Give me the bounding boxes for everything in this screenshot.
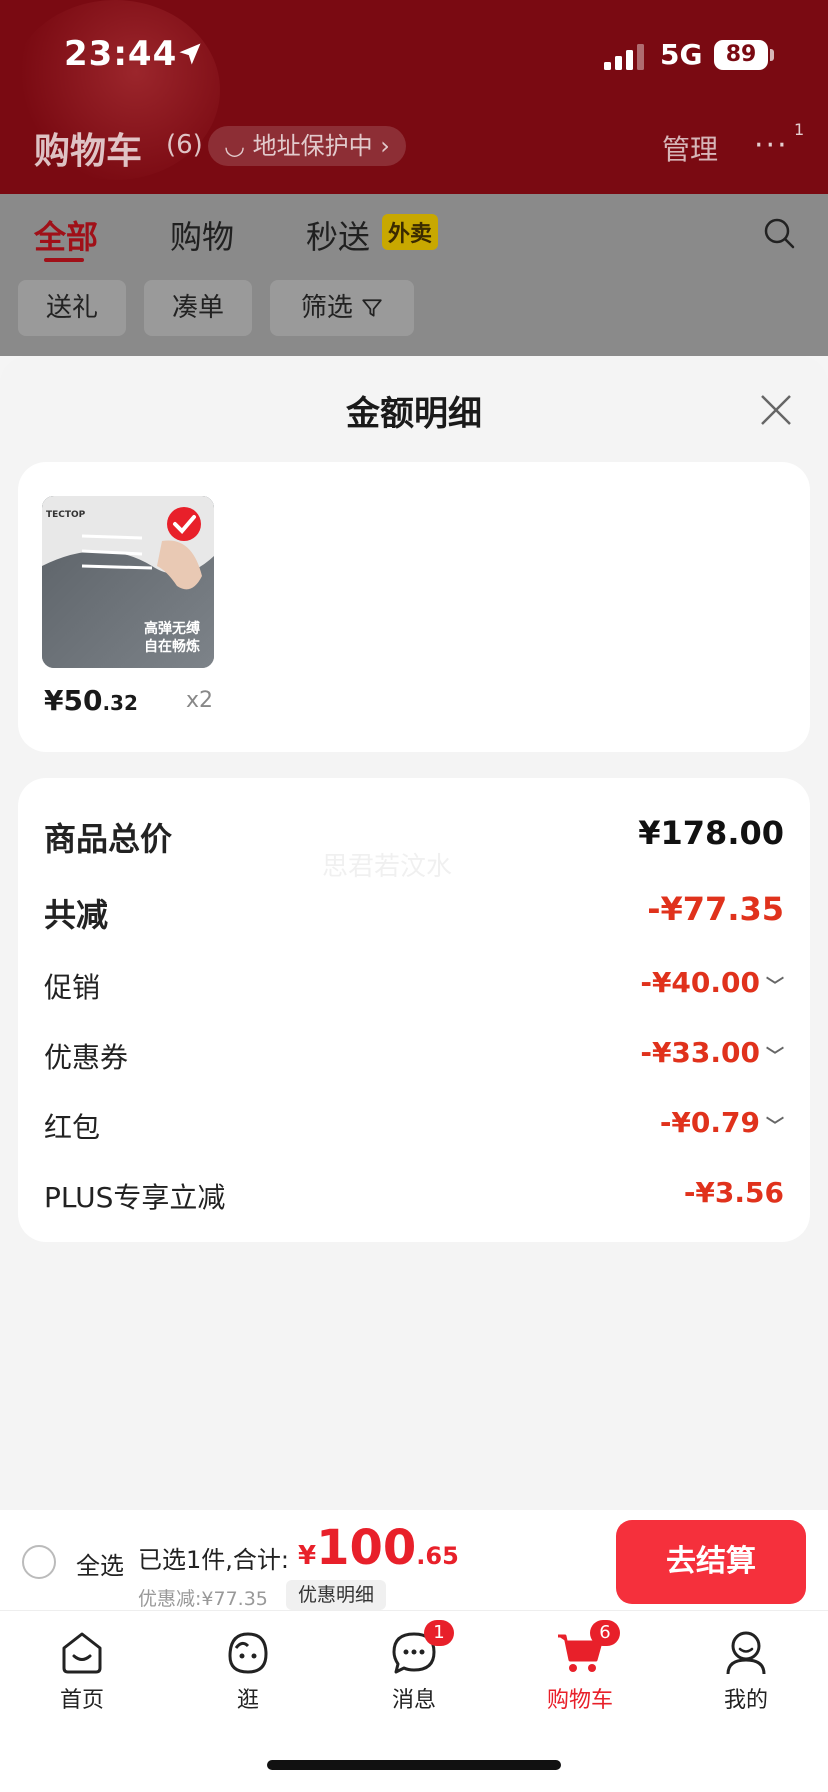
cart-count: (6) [166,130,203,160]
select-all-label[interactable]: 全选 [76,1546,124,1581]
messages-badge: 1 [424,1620,454,1646]
battery-tip [770,49,774,61]
red-packet-value: -¥0.79 [659,1106,760,1139]
more-icon[interactable]: ··· [754,128,789,163]
home-icon [62,1632,102,1674]
product-price: ¥50.32 [44,684,138,717]
browse-icon [228,1632,268,1674]
total-amount: ¥100.65 [298,1520,459,1576]
chevron-down-icon: ﹀ [766,976,784,997]
coupon-value: -¥33.00 [640,1036,760,1069]
search-icon[interactable] [762,216,796,250]
discount-detail-button[interactable]: 优惠明细 [286,1580,387,1610]
promotion-value: -¥40.00 [640,966,760,999]
nav-profile[interactable]: 我的 [686,1626,806,1714]
smile-icon: ◡ [224,132,253,160]
product-quantity: x2 [186,688,214,713]
signal-icon [604,44,644,70]
network-type: 5G [660,38,703,71]
nav-messages-label: 消息 [391,1688,436,1713]
total-currency: ¥ [298,1541,317,1571]
takeout-badge: 外卖 [382,214,439,250]
filter-screen-label: 筛选 [300,293,353,323]
product-price-main: ¥50 [44,684,103,717]
battery-icon: 89 [714,40,768,70]
nav-messages[interactable]: 消息 [354,1626,474,1714]
checkout-button[interactable]: 去结算 [616,1520,806,1604]
home-indicator [267,1760,561,1770]
address-protection-pill[interactable]: ◡ 地址保护中 › [208,126,406,166]
nav-browse-label: 逛 [236,1688,259,1713]
total-cents: .65 [416,1542,459,1570]
page-title: 购物车 [34,131,143,172]
more-badge: 1 [794,120,805,139]
product-brand: TECTOP [46,510,86,520]
promotion-label: 促销 [44,971,101,1004]
filter-gift[interactable]: 送礼 [18,280,126,336]
discount-summary: 优惠减:¥77.35 [138,1588,268,1610]
watermark: 思君若汶水 [322,852,453,882]
nav-cart-label: 购物车 [546,1688,613,1713]
total-price-label: 商品总价 [44,820,173,858]
profile-icon [726,1631,766,1675]
nav-home[interactable]: 首页 [22,1626,142,1714]
total-price-value: ¥178.00 [638,814,784,852]
tab-instant-delivery[interactable]: 秒送 [306,212,370,258]
cart-badge: 6 [590,1620,620,1646]
tab-all[interactable]: 全部 [34,212,98,258]
nav-home-label: 首页 [59,1688,104,1713]
selected-info: 已选1件,合计: [138,1546,289,1574]
red-packet-row[interactable]: -¥0.79 ﹀ [660,1106,784,1139]
address-protection-label: 地址保护中 › [252,132,390,160]
product-price-cents: .32 [102,691,138,715]
nav-profile-label: 我的 [723,1688,768,1713]
filter-bundle[interactable]: 凑单 [144,280,252,336]
chevron-down-icon: ﹀ [766,1116,784,1137]
product-caption-1: 高弹无缚 [144,621,200,637]
close-icon[interactable] [756,390,796,430]
product-image[interactable]: TECTOP 高弹无缚 自在畅炼 [42,496,214,668]
manage-button[interactable]: 管理 [662,128,718,168]
nav-browse[interactable]: 逛 [188,1626,308,1714]
total-discount-value: -¥77.35 [647,890,784,928]
product-caption-2: 自在畅炼 [144,639,200,655]
status-time: 23:44 [64,34,178,74]
promotion-row[interactable]: -¥40.00 ﹀ [640,966,784,999]
select-all-radio[interactable] [22,1545,56,1579]
tab-shopping[interactable]: 购物 [170,212,234,258]
coupon-label: 优惠券 [44,1041,129,1074]
red-packet-label: 红包 [44,1111,101,1144]
plus-discount-value: -¥3.56 [683,1176,784,1209]
total-discount-label: 共减 [44,896,109,934]
plus-discount-label: PLUS专享立减 [44,1181,226,1214]
location-arrow-icon [179,43,201,65]
tab-underline [44,258,84,262]
total-main: 100 [316,1520,417,1576]
coupon-row[interactable]: -¥33.00 ﹀ [640,1036,784,1069]
funnel-icon [362,299,382,317]
nav-cart[interactable]: 购物车 [520,1626,640,1714]
sheet-title: 金额明细 [346,394,482,434]
filter-screen[interactable]: 筛选 [270,280,414,336]
chevron-down-icon: ﹀ [766,1046,784,1067]
